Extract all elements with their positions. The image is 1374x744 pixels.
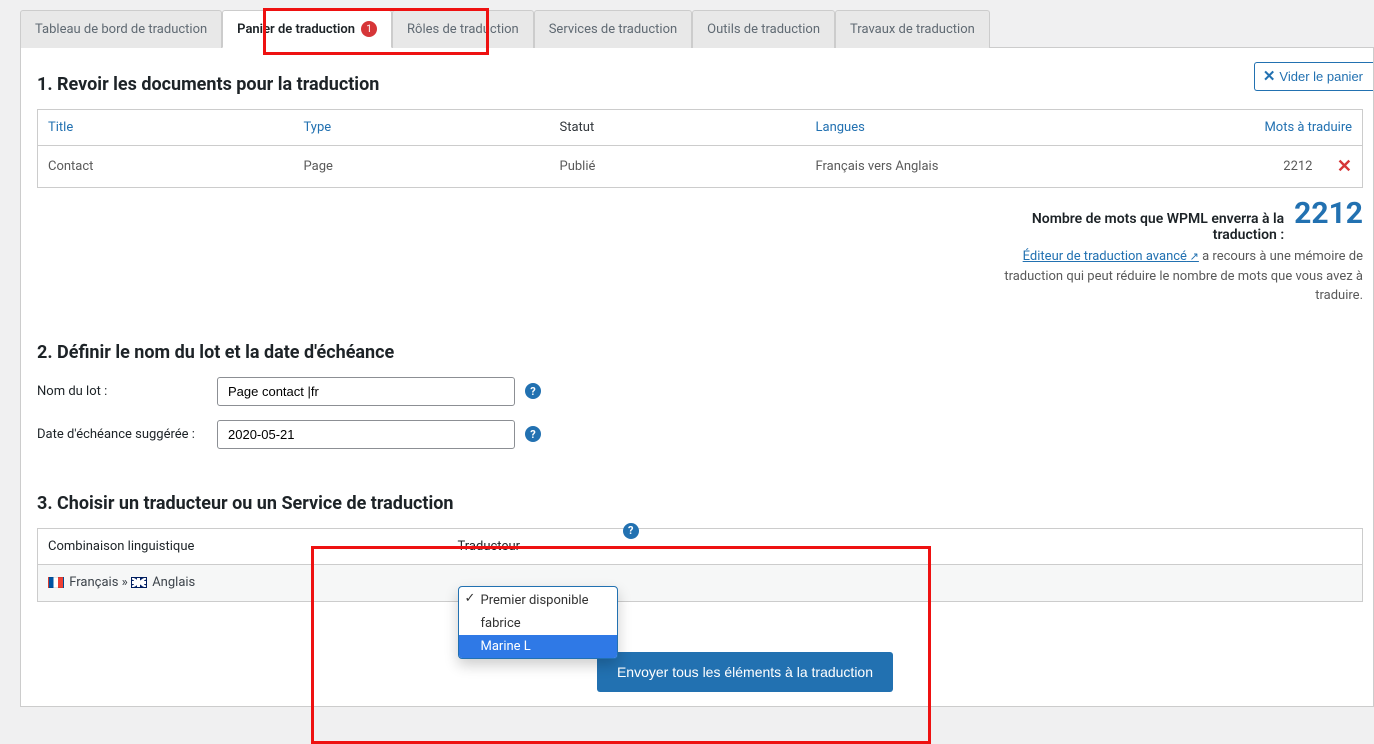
remove-row-icon[interactable]: ✕ xyxy=(1337,156,1352,177)
review-table: Title Type Statut Langues Mots à traduir… xyxy=(37,109,1363,188)
empty-basket-button[interactable]: ✕ Vider le panier xyxy=(1254,62,1373,91)
col-type[interactable]: Type xyxy=(294,110,550,146)
summary-note: Éditeur de traduction avancé a recours à… xyxy=(973,247,1363,306)
arrow-icon: » xyxy=(122,575,128,590)
section3-title: 3. Choisir un traducteur ou un Service d… xyxy=(37,493,1363,514)
send-all-button[interactable]: Envoyer tous les éléments à la traductio… xyxy=(597,652,893,692)
tab-tools[interactable]: Outils de traduction xyxy=(692,10,835,48)
main-panel: ✕ Vider le panier 1. Revoir les document… xyxy=(20,47,1374,707)
cell-type: Page xyxy=(294,146,550,188)
translator-option[interactable]: Marine L xyxy=(459,635,617,658)
help-icon[interactable]: ? xyxy=(525,383,541,399)
cell-title: Contact xyxy=(38,146,294,188)
cell-languages: Français vers Anglais xyxy=(806,146,1116,188)
help-icon[interactable]: ? xyxy=(623,523,639,539)
tab-basket[interactable]: Panier de traduction 1 xyxy=(222,10,392,48)
to-lang: Anglais xyxy=(152,575,195,590)
tab-basket-label: Panier de traduction xyxy=(237,22,355,37)
due-date-row: Date d'échéance suggérée : ? xyxy=(37,420,1363,449)
tab-dashboard[interactable]: Tableau de bord de traduction xyxy=(20,10,222,48)
col-lang-pair: Combinaison linguistique xyxy=(38,528,448,564)
empty-basket-label: Vider le panier xyxy=(1279,69,1363,84)
flag-fr-icon xyxy=(48,577,64,588)
translator-table: Combinaison linguistique Traducteur Fran… xyxy=(37,528,1363,602)
col-status: Statut xyxy=(550,110,806,146)
section2-title: 2. Définir le nom du lot et la date d'éc… xyxy=(37,342,1363,363)
table-row: Contact Page Publié Français vers Anglai… xyxy=(38,146,1363,188)
basket-count-badge: 1 xyxy=(361,21,377,37)
translator-option[interactable]: Premier disponible xyxy=(459,587,617,612)
tab-bar: Tableau de bord de traduction Panier de … xyxy=(20,10,1374,47)
close-icon: ✕ xyxy=(1263,69,1276,84)
cell-translator: Premier disponible fabrice Marine L ? xyxy=(448,564,1363,601)
cell-words: 2212 xyxy=(1116,146,1323,188)
word-summary: Nombre de mots que WPML enverra à la tra… xyxy=(37,196,1363,243)
from-lang: Français xyxy=(69,575,118,590)
translator-option[interactable]: fabrice xyxy=(459,612,617,635)
col-title[interactable]: Title xyxy=(38,110,294,146)
table-row: Français » Anglais Premier disponible fa… xyxy=(38,564,1363,601)
flag-en-icon xyxy=(131,577,147,588)
col-languages[interactable]: Langues xyxy=(806,110,1116,146)
tab-jobs[interactable]: Travaux de traduction xyxy=(835,10,990,48)
tab-services[interactable]: Services de traduction xyxy=(534,10,692,48)
summary-label: Nombre de mots que WPML enverra à la tra… xyxy=(984,211,1284,243)
section1-title: 1. Revoir les documents pour la traducti… xyxy=(37,74,1363,95)
cell-lang-pair: Français » Anglais xyxy=(38,564,448,601)
batch-name-row: Nom du lot : ? xyxy=(37,377,1363,406)
col-words[interactable]: Mots à traduire xyxy=(1116,110,1363,146)
translator-options: Premier disponible fabrice Marine L xyxy=(458,586,618,659)
due-date-label: Date d'échéance suggérée : xyxy=(37,427,207,442)
cell-status: Publié xyxy=(550,146,806,188)
tab-roles[interactable]: Rôles de traduction xyxy=(392,10,534,48)
summary-value: 2212 xyxy=(1294,196,1363,231)
help-icon[interactable]: ? xyxy=(525,426,541,442)
batch-name-label: Nom du lot : xyxy=(37,384,207,399)
batch-name-input[interactable] xyxy=(217,377,515,406)
col-translator: Traducteur xyxy=(448,528,1363,564)
advanced-editor-link[interactable]: Éditeur de traduction avancé xyxy=(1023,249,1199,264)
due-date-input[interactable] xyxy=(217,420,515,449)
